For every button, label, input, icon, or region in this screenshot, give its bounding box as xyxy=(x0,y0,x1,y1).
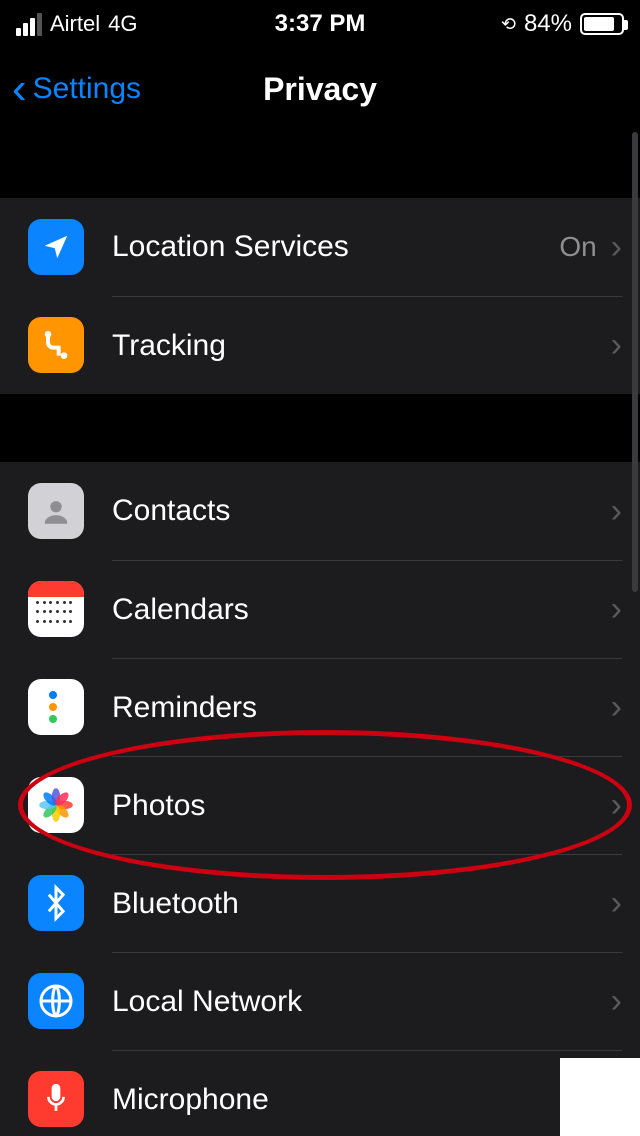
nav-bar: ‹ Settings Privacy xyxy=(0,48,640,130)
chevron-right-icon: › xyxy=(611,786,622,825)
row-photos[interactable]: Photos › xyxy=(0,756,640,854)
row-calendars[interactable]: Calendars › xyxy=(0,560,640,658)
globe-icon xyxy=(28,973,84,1029)
row-label: Photos xyxy=(112,789,611,823)
row-label: Microphone xyxy=(112,1083,611,1117)
battery-icon xyxy=(580,13,624,35)
network-type: 4G xyxy=(108,11,137,37)
tracking-icon xyxy=(28,317,84,373)
chevron-right-icon: › xyxy=(611,228,622,267)
microphone-icon xyxy=(28,1071,84,1127)
row-microphone[interactable]: Microphone › xyxy=(0,1050,640,1136)
row-label: Local Network xyxy=(112,985,611,1019)
carrier-label: Airtel xyxy=(50,11,100,37)
chevron-right-icon: › xyxy=(611,982,622,1021)
photos-icon xyxy=(28,777,84,833)
chevron-right-icon: › xyxy=(611,492,622,531)
location-icon xyxy=(28,219,84,275)
chevron-right-icon: › xyxy=(611,326,622,365)
scrollbar xyxy=(632,132,638,592)
row-label: Tracking xyxy=(112,329,611,363)
row-bluetooth[interactable]: Bluetooth › xyxy=(0,854,640,952)
row-label: Location Services xyxy=(112,230,559,264)
chevron-right-icon: › xyxy=(611,884,622,923)
row-label: Reminders xyxy=(112,691,611,725)
row-reminders[interactable]: Reminders › xyxy=(0,658,640,756)
row-label: Contacts xyxy=(112,494,611,528)
chevron-right-icon: › xyxy=(611,688,622,727)
reminders-icon xyxy=(28,679,84,735)
status-bar: Airtel 4G 3:37 PM ⟲ 84% xyxy=(0,0,640,48)
row-label: Bluetooth xyxy=(112,887,611,921)
battery-pct: 84% xyxy=(524,10,572,38)
contacts-icon xyxy=(28,483,84,539)
row-location-services[interactable]: Location Services On › xyxy=(0,198,640,296)
back-button[interactable]: ‹ Settings xyxy=(12,67,141,111)
row-tracking[interactable]: Tracking › xyxy=(0,296,640,394)
rotation-lock-icon: ⟲ xyxy=(501,14,516,35)
row-contacts[interactable]: Contacts › xyxy=(0,462,640,560)
back-label: Settings xyxy=(33,72,141,106)
row-label: Calendars xyxy=(112,593,611,627)
battery-fill xyxy=(584,17,614,31)
privacy-group-2: Contacts › Calendars › Reminders › xyxy=(0,462,640,1136)
calendars-icon xyxy=(28,581,84,637)
chevron-right-icon: › xyxy=(611,590,622,629)
page-title: Privacy xyxy=(263,71,377,108)
signal-icon xyxy=(16,13,42,36)
white-patch xyxy=(560,1058,640,1136)
privacy-group-1: Location Services On › Tracking › xyxy=(0,198,640,394)
chevron-left-icon: ‹ xyxy=(12,67,27,111)
row-value: On xyxy=(559,231,596,263)
bluetooth-icon xyxy=(28,875,84,931)
clock: 3:37 PM xyxy=(275,10,366,38)
row-local-network[interactable]: Local Network › xyxy=(0,952,640,1050)
